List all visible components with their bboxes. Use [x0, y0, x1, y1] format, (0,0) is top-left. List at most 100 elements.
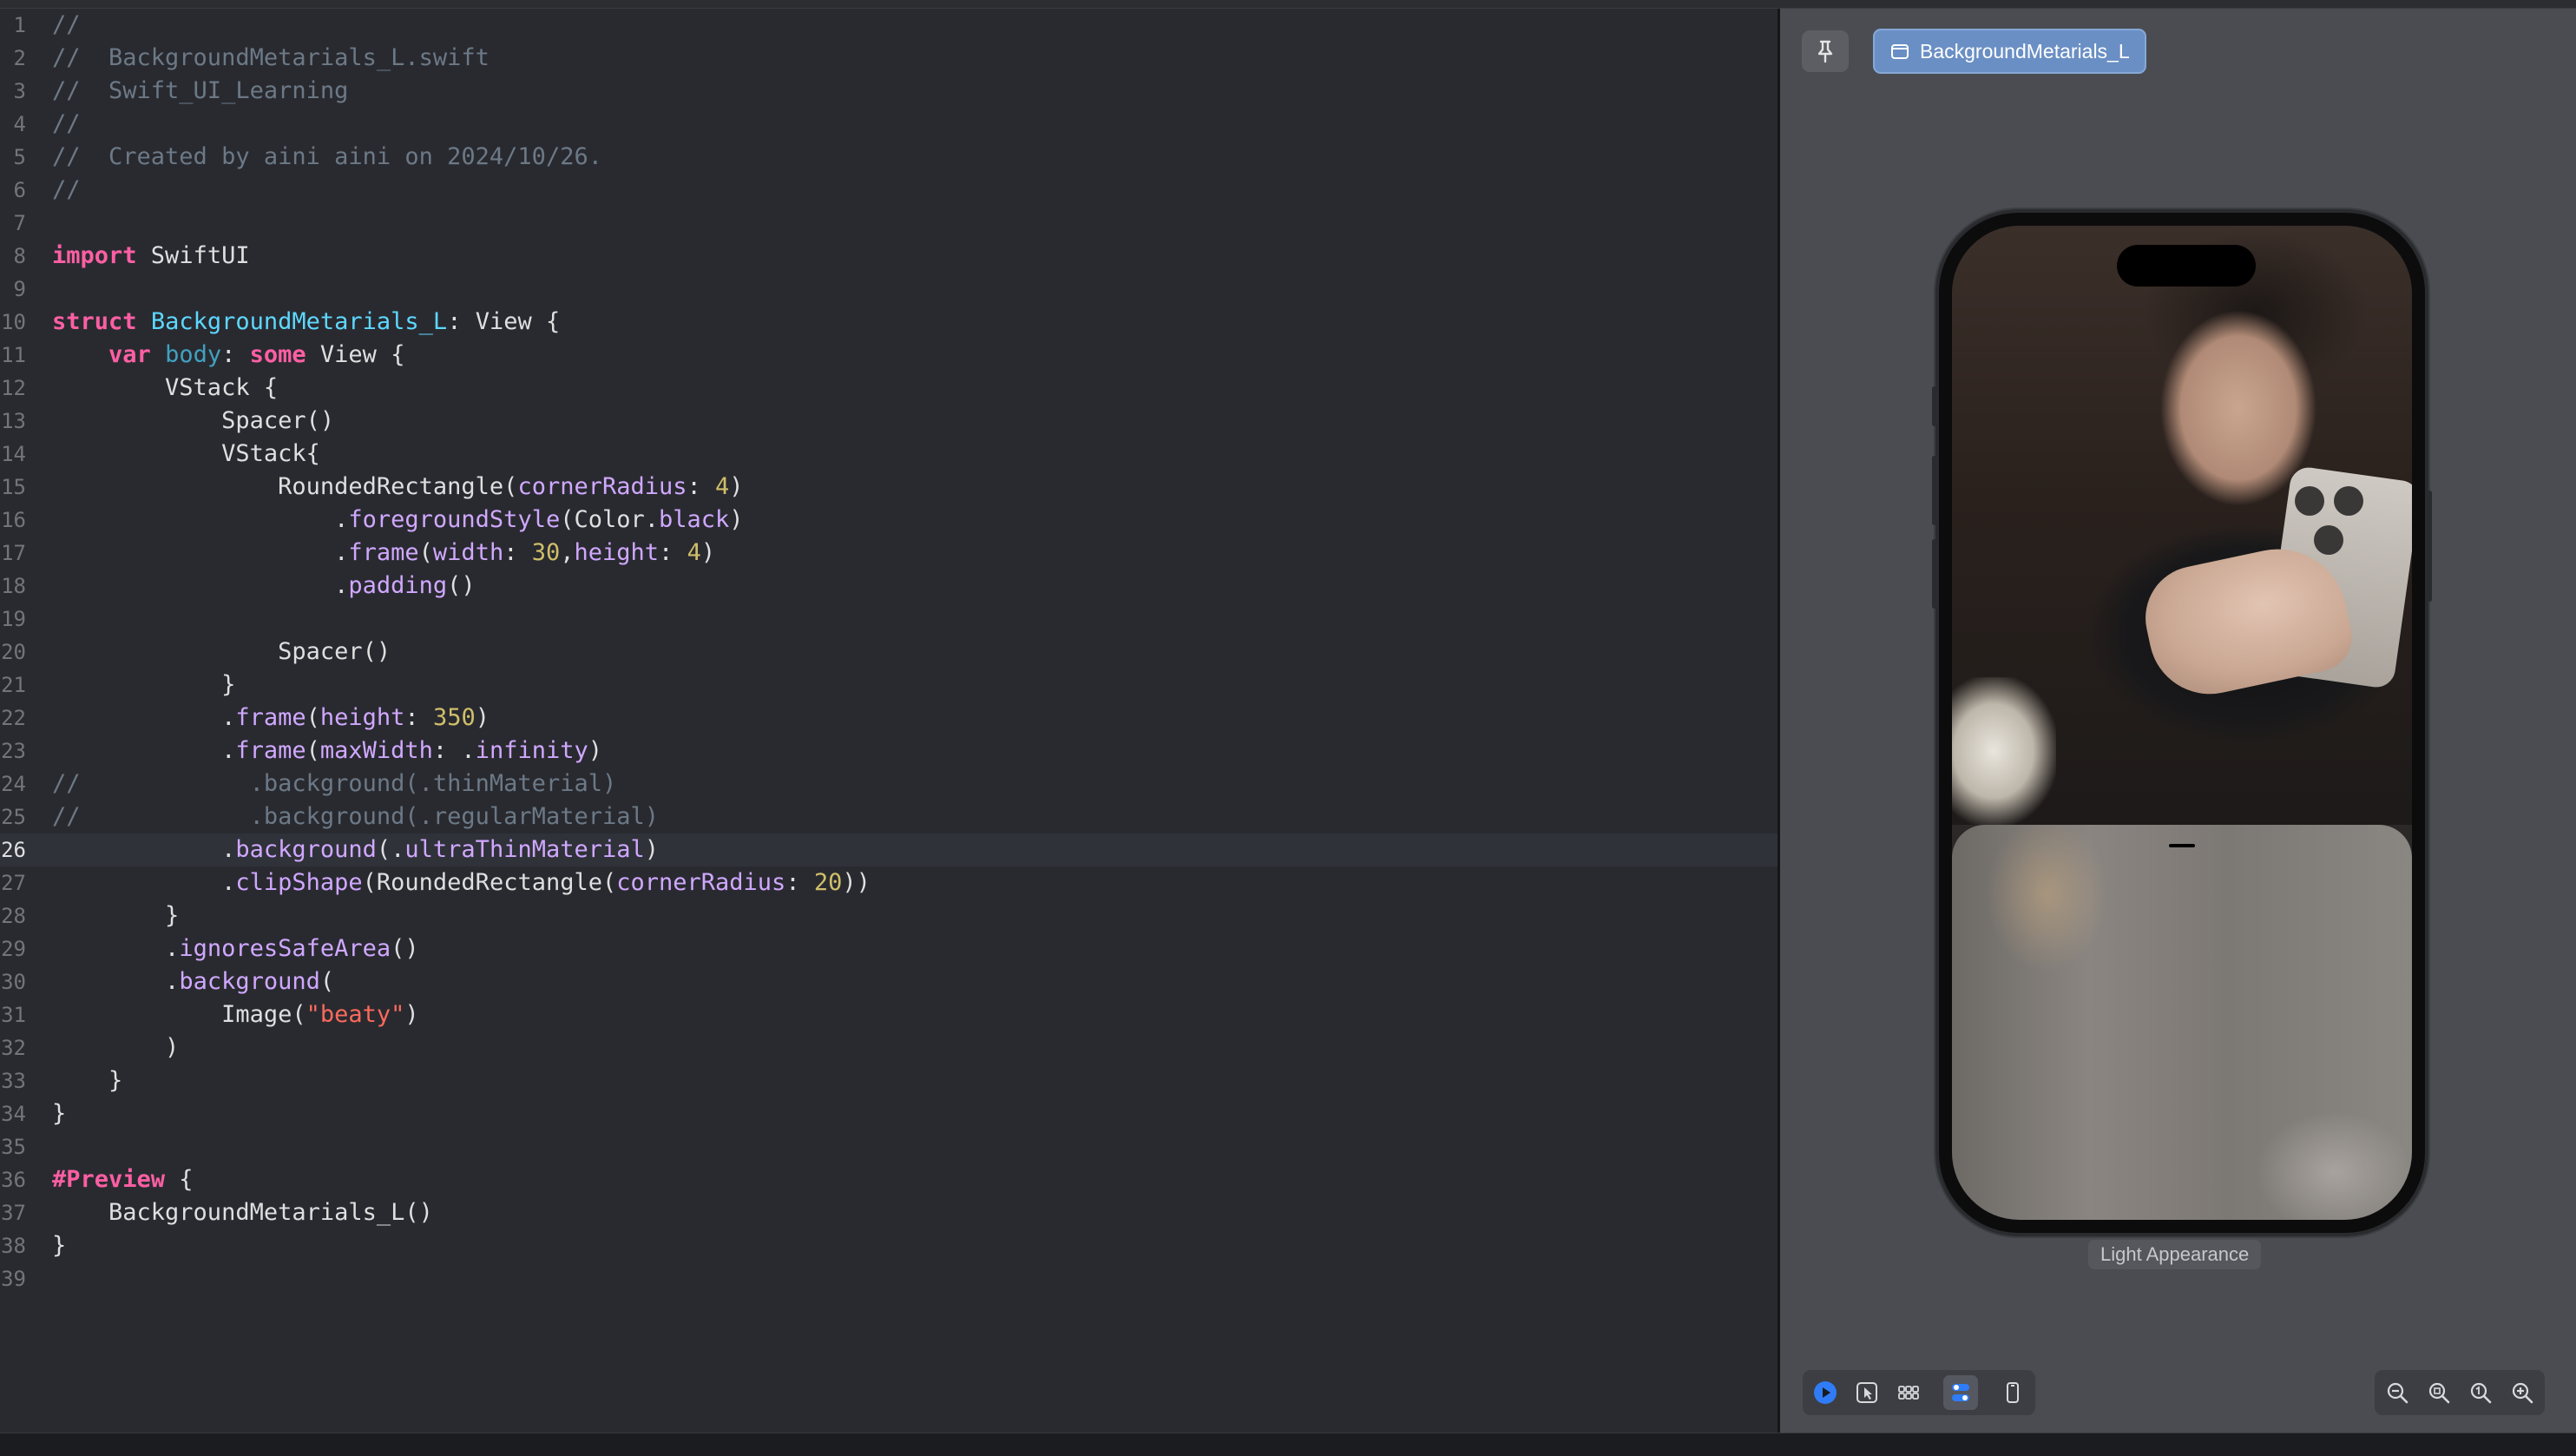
- pin-preview-button[interactable]: [1802, 30, 1849, 72]
- code-editor[interactable]: 1 // 2 // BackgroundMetarials_L.swift 3 // Sw…: [0, 9, 1778, 1433]
- line-number: 38: [1, 1234, 26, 1258]
- code-line[interactable]: 31 Image("beaty"): [0, 998, 1778, 1031]
- code-line[interactable]: 17 .frame(width: 30,height: 4): [0, 537, 1778, 570]
- code-line[interactable]: 16 .foregroundStyle(Color.black): [0, 504, 1778, 537]
- code-token: cornerRadius: [616, 869, 786, 896]
- photo-flower: [1952, 677, 2056, 825]
- code-token: Spacer(): [52, 407, 335, 434]
- code-line[interactable]: 38}: [0, 1229, 1778, 1262]
- code-line[interactable]: 4 //: [0, 108, 1778, 141]
- code-token: //: [52, 110, 81, 137]
- line-number: 30: [1, 970, 26, 994]
- preview-tab[interactable]: BackgroundMetarials_L: [1873, 29, 2146, 74]
- line-number: 17: [1, 541, 26, 565]
- code-line[interactable]: 30 .background(: [0, 965, 1778, 998]
- line-number: 13: [1, 409, 26, 433]
- code-token: (.: [376, 836, 405, 863]
- code-token: 30: [531, 539, 561, 566]
- zoom-out-button[interactable]: [2380, 1375, 2415, 1410]
- code-token: (: [418, 539, 433, 566]
- code-token: }: [52, 671, 236, 698]
- selectable-mode-button[interactable]: [1850, 1375, 1884, 1410]
- live-mode-button[interactable]: [1808, 1375, 1843, 1410]
- zoom-in-button[interactable]: [2505, 1375, 2540, 1410]
- code-text: ): [52, 1031, 179, 1064]
- code-token: background: [235, 836, 377, 863]
- code-line[interactable]: 10 struct BackgroundMetarials_L: View {: [0, 306, 1778, 339]
- code-line[interactable]: 25 // .background(.regularMaterial): [0, 800, 1778, 833]
- code-token: .: [52, 737, 236, 764]
- code-token: foregroundStyle: [348, 506, 561, 533]
- code-line[interactable]: 19: [0, 603, 1778, 636]
- line-number: 8: [13, 244, 26, 268]
- code-line[interactable]: 18 .padding(): [0, 570, 1778, 603]
- code-line[interactable]: 14 VStack{: [0, 438, 1778, 471]
- code-token: // Swift_UI_Learning: [52, 77, 349, 104]
- code-line[interactable]: 23 .frame(maxWidth: .infinity): [0, 735, 1778, 768]
- code-line[interactable]: 26 .background(.ultraThinMaterial): [0, 833, 1778, 866]
- code-token: //: [52, 176, 81, 203]
- code-token: :: [659, 539, 687, 566]
- code-token: .: [52, 539, 349, 566]
- code-line[interactable]: 36 #Preview {: [0, 1163, 1778, 1196]
- code-line[interactable]: 22 .frame(height: 350): [0, 702, 1778, 735]
- code-line[interactable]: 3 // Swift_UI_Learning: [0, 75, 1778, 108]
- code-token: // Created by aini aini on 2024/10/26.: [52, 143, 602, 170]
- code-token: import: [52, 242, 137, 269]
- code-token: ): [700, 539, 716, 566]
- code-line[interactable]: 11 var body: some View {: [0, 339, 1778, 372]
- line-number: 18: [1, 574, 26, 598]
- code-line[interactable]: 1 //: [0, 9, 1778, 42]
- zoom-to-fit-button[interactable]: [2422, 1375, 2456, 1410]
- code-text: Spacer(): [52, 405, 334, 438]
- code-token: width: [432, 539, 504, 566]
- code-token: }: [52, 1100, 67, 1127]
- code-line[interactable]: 33 }: [0, 1064, 1778, 1097]
- variants-button[interactable]: [1891, 1375, 1926, 1410]
- code-line[interactable]: 27 .clipShape(RoundedRectangle(cornerRad…: [0, 866, 1778, 899]
- code-line[interactable]: 24 // .background(.thinMaterial): [0, 768, 1778, 800]
- photo-camera-lens: [2334, 486, 2363, 516]
- code-line[interactable]: 15 RoundedRectangle(cornerRadius: 4): [0, 471, 1778, 504]
- code-line[interactable]: 5 // Created by aini aini on 2024/10/26.: [0, 141, 1778, 174]
- code-line[interactable]: 20 Spacer(): [0, 636, 1778, 669]
- zoom-100-button[interactable]: [2463, 1375, 2498, 1410]
- code-line[interactable]: 28 }: [0, 899, 1778, 932]
- appearance-badge[interactable]: Light Appearance: [2088, 1240, 2262, 1269]
- code-line[interactable]: 6 //: [0, 174, 1778, 207]
- device-picker-button[interactable]: [1995, 1375, 2030, 1410]
- code-token: (: [306, 704, 320, 731]
- code-line[interactable]: 21 }: [0, 669, 1778, 702]
- zoom-in-icon: [2512, 1382, 2533, 1404]
- code-token: VStack {: [52, 374, 279, 401]
- code-line[interactable]: 37 BackgroundMetarials_L(): [0, 1196, 1778, 1229]
- code-token: (Color.: [560, 506, 660, 533]
- code-line[interactable]: 7: [0, 207, 1778, 240]
- code-text: .clipShape(RoundedRectangle(cornerRadius…: [52, 866, 871, 899]
- code-text: BackgroundMetarials_L(): [52, 1196, 433, 1229]
- code-line[interactable]: 13 Spacer(): [0, 405, 1778, 438]
- select-pointer-icon: [1856, 1382, 1877, 1403]
- line-number: 15: [1, 475, 26, 499]
- code-line[interactable]: 12 VStack {: [0, 372, 1778, 405]
- code-token: .: [52, 869, 236, 896]
- code-line[interactable]: 9: [0, 273, 1778, 306]
- preview-canvas: BackgroundMetarials_L Light Appearance: [1780, 9, 2576, 1433]
- device-settings-button[interactable]: [1943, 1375, 1978, 1410]
- line-number: 19: [1, 607, 26, 631]
- code-line[interactable]: 39: [0, 1262, 1778, 1295]
- device-preview[interactable]: [1932, 213, 2432, 1233]
- code-line[interactable]: 8 import SwiftUI: [0, 240, 1778, 273]
- line-number: 9: [13, 277, 26, 301]
- code-line[interactable]: 2 // BackgroundMetarials_L.swift: [0, 42, 1778, 75]
- code-line[interactable]: 29 .ignoresSafeArea(): [0, 932, 1778, 965]
- code-line[interactable]: 34}: [0, 1097, 1778, 1130]
- device-icon: [2007, 1382, 2019, 1403]
- code-line[interactable]: 32 ): [0, 1031, 1778, 1064]
- code-text: }: [52, 899, 179, 932]
- code-token: SwiftUI: [136, 242, 250, 269]
- code-text: struct BackgroundMetarials_L: View {: [52, 306, 560, 339]
- code-token: 4: [687, 539, 701, 566]
- code-line[interactable]: 35: [0, 1130, 1778, 1163]
